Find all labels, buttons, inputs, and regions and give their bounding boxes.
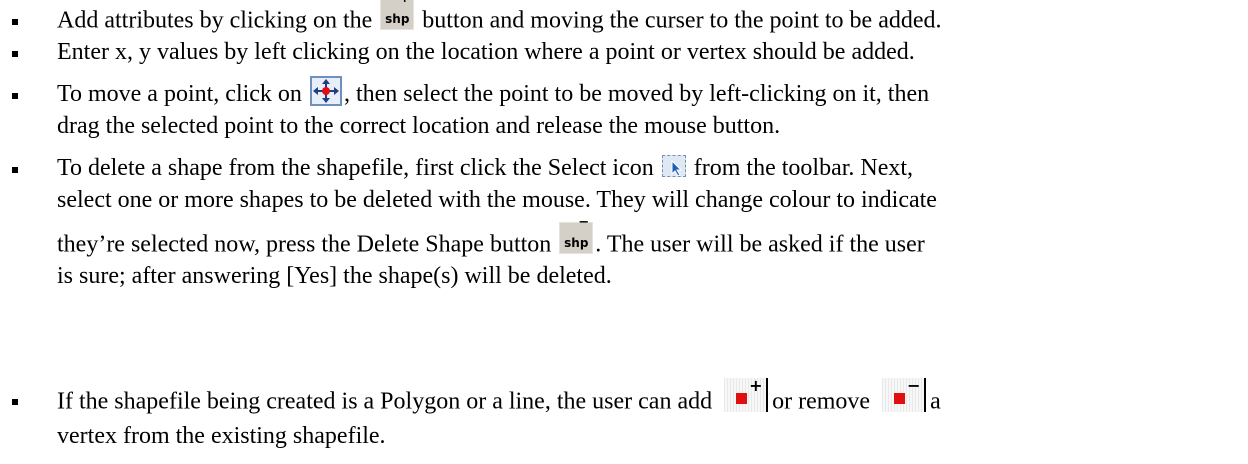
add-shape-button-icon: shp + [380,0,415,30]
bullet-marker [12,19,18,25]
text-line: To move a point, click on , then select … [57,76,930,110]
text-segment: button and moving the curser to the poin… [422,7,942,34]
text-segment: or remove [772,388,877,415]
move-point-icon [309,76,342,107]
add-vertex-icon: + [724,376,767,412]
text-segment: select one or more shapes to be deleted … [57,187,937,213]
text-line: Enter x, y values by left clicking on th… [57,38,915,66]
text-segment: , then select the point to be moved by l… [343,81,930,107]
remove-vertex-icon: − [882,376,925,412]
delete-shape-button-icon: shp − [559,215,594,254]
text-segment: Enter x, y values by left clicking on th… [57,39,915,65]
text-segment: drag the selected point to the correct l… [57,113,781,139]
bullet-marker [12,93,18,99]
select-icon [661,155,686,178]
text-segment: To move a point, click on [57,81,308,107]
text-line: To delete a shape from the shapefile, fi… [57,154,913,182]
bullet-marker [12,399,18,405]
text-line: If the shapefile being created is a Poly… [57,376,941,420]
text-segment: from the toolbar. Next, [693,155,914,181]
plus-mark: + [399,0,410,9]
text-segment: To delete a shape from the shapefile, fi… [57,155,660,181]
separator [924,378,927,412]
plus-mark: + [749,376,763,395]
text-line: vertex from the existing shapefile. [57,422,386,450]
text-segment: a [930,388,941,415]
text-line: is sure; after answering [Yes] the shape… [57,262,612,290]
vertex-square [736,393,748,404]
shp-label: shp [564,236,589,250]
text-segment: . The user will be asked if the user [595,231,925,258]
minus-mark: − [907,376,921,395]
text-line: Add attributes by clicking on the shp + … [57,0,942,38]
separator [766,378,769,412]
vertex-square [894,393,906,404]
text-line: select one or more shapes to be deleted … [57,186,937,214]
text-line: they’re selected now, press the Delete S… [57,215,925,262]
shp-label: shp [385,12,410,26]
text-segment: Add attributes by clicking on the [57,7,379,34]
bullet-marker [12,167,18,173]
bullet-marker [12,51,18,57]
text-segment: is sure; after answering [Yes] the shape… [57,263,612,289]
text-segment: they’re selected now, press the Delete S… [57,231,558,258]
text-segment: If the shapefile being created is a Poly… [57,388,719,415]
minus-mark: − [578,215,590,230]
text-segment: vertex from the existing shapefile. [57,423,386,449]
text-line: drag the selected point to the correct l… [57,112,780,140]
